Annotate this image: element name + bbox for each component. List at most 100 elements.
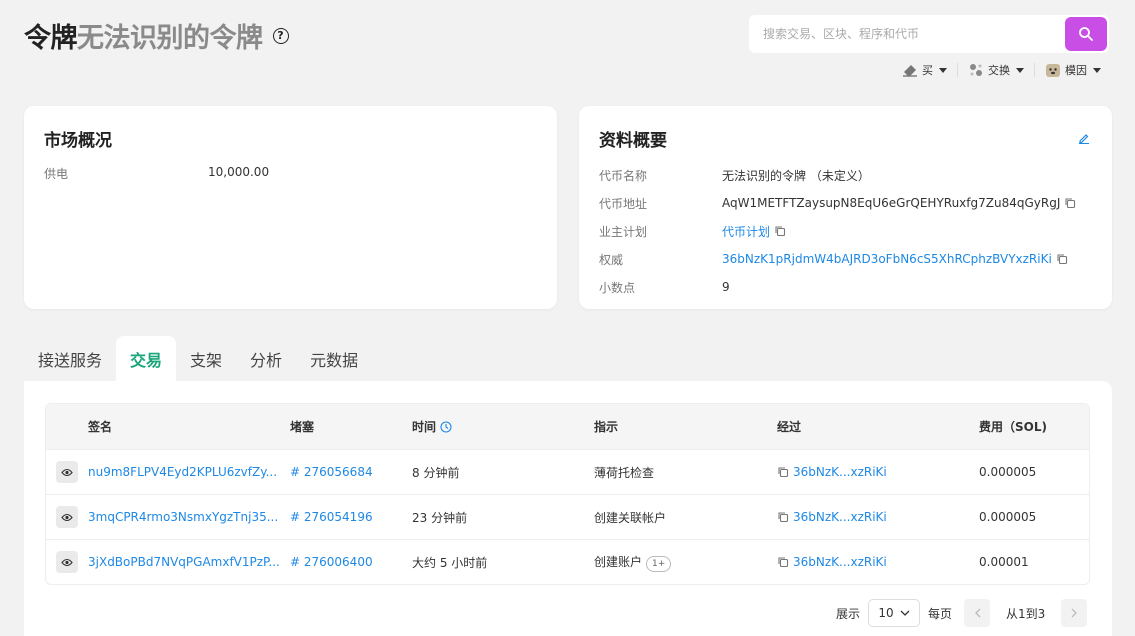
fee-cell: 0.00001 — [979, 555, 1029, 569]
profile-row-key: 业主计划 — [599, 224, 648, 239]
time-cell: 23 分钟前 — [412, 510, 468, 525]
transactions-panel: 签名 堵塞 时间 指示 经过 费用（SOL) nu9m8FLPV4Eyd2KPL… — [24, 381, 1112, 636]
signature-link[interactable]: nu9m8FLPV4Eyd2KPLU6zvfZy... — [88, 465, 277, 479]
copy-icon[interactable] — [774, 225, 786, 237]
copy-icon[interactable] — [777, 556, 789, 568]
search-input[interactable] — [749, 27, 1065, 41]
pager-range: 从1到3 — [1006, 606, 1046, 621]
search-bar — [749, 15, 1109, 53]
signature-link[interactable]: 3jXdBoPBd7NVqPGAmxfV1PzP... — [88, 555, 280, 569]
by-link[interactable]: 36bNzK...xzRiKi — [793, 465, 887, 479]
chevron-down-icon — [939, 67, 947, 73]
owner-program-link[interactable]: 代币计划 — [722, 223, 770, 240]
profile-row-owner-program: 业主计划 代币计划 — [599, 217, 1092, 245]
search-button[interactable] — [1065, 17, 1107, 51]
chevron-left-icon — [974, 608, 980, 618]
by-link[interactable]: 36bNzK...xzRiKi — [793, 555, 887, 569]
exchange-dropdown[interactable]: 交换 — [968, 62, 1024, 78]
page-size-value: 10 — [878, 606, 894, 620]
block-link[interactable]: # 276054196 — [290, 510, 373, 524]
instruction-cell: 创建关联帐户 — [594, 510, 667, 525]
toolbar: 买 交换 模因 — [902, 62, 1101, 78]
exchange-label: 交换 — [988, 64, 1010, 77]
tab-holders[interactable]: 支架 — [176, 336, 236, 381]
table-header: 签名 堵塞 时间 指示 经过 费用（SOL) — [46, 404, 1089, 449]
copy-icon[interactable] — [1064, 197, 1076, 209]
network-dropdown[interactable]: 模因 — [1045, 62, 1101, 78]
eye-icon[interactable] — [56, 461, 78, 483]
edit-icon[interactable] — [1078, 132, 1090, 144]
header-fee: 费用（SOL) — [979, 420, 1047, 434]
help-icon[interactable]: ? — [272, 27, 289, 44]
pagination: 展示 10 每页 从1到3 — [836, 599, 1088, 627]
table-row: 3jXdBoPBd7NVqPGAmxfV1PzP... # 276006400 … — [46, 539, 1089, 584]
authority-link[interactable]: 36bNzK1pRjdmW4bAJRD3oFbN6cS5XhRCphzBVYxz… — [722, 252, 1052, 266]
market-overview-card: 市场概况 供电 10,000.00 — [24, 106, 557, 309]
meme-dog-icon — [1046, 64, 1060, 77]
copy-icon[interactable] — [777, 466, 789, 478]
instruction-cell: 薄荷托检查 — [594, 465, 655, 480]
time-cell: 大约 5 小时前 — [412, 555, 488, 570]
profile-row-key: 代币地址 — [599, 196, 648, 211]
pager-show-label: 展示 — [836, 606, 861, 621]
chevron-down-icon — [1016, 67, 1024, 73]
tab-analytics[interactable]: 分析 — [236, 336, 296, 381]
header-signature: 签名 — [88, 420, 113, 434]
buy-icon — [903, 65, 917, 77]
chevron-right-icon — [1071, 608, 1077, 618]
market-row-value: 10,000.00 — [208, 165, 270, 179]
block-link[interactable]: # 276006400 — [290, 555, 373, 569]
header-block: 堵塞 — [290, 420, 315, 434]
signature-link[interactable]: 3mqCPR4rmo3NsmxYgzTnj35... — [88, 510, 278, 524]
tab-transfers[interactable]: 接送服务 — [24, 336, 116, 381]
search-icon — [1079, 27, 1093, 41]
profile-row-value: 无法识别的令牌 （未定义） — [722, 168, 870, 183]
eye-icon[interactable] — [56, 506, 78, 528]
fee-cell: 0.000005 — [979, 465, 1037, 479]
copy-icon[interactable] — [1056, 253, 1068, 265]
next-page-button[interactable] — [1061, 599, 1088, 627]
page-title-main: 令牌 — [24, 23, 78, 54]
profile-row-token-name: 代币名称 无法识别的令牌 （未定义） — [599, 161, 1092, 189]
prev-page-button[interactable] — [964, 599, 991, 627]
profile-row-key: 权威 — [599, 252, 624, 267]
exchange-icon — [970, 64, 982, 76]
table-row: nu9m8FLPV4Eyd2KPLU6zvfZy... # 276056684 … — [46, 449, 1089, 494]
tab-bar: 接送服务 交易 支架 分析 元数据 — [24, 336, 372, 381]
header-time: 时间 — [412, 420, 437, 434]
profile-row-key: 小数点 — [599, 280, 636, 295]
profile-row-value: 9 — [722, 280, 730, 294]
page-size-select[interactable]: 10 — [868, 599, 921, 627]
profile-row-decimals: 小数点 9 — [599, 273, 1092, 301]
copy-icon[interactable] — [777, 511, 789, 523]
chevron-down-icon — [1093, 67, 1101, 73]
profile-row-authority: 权威 36bNzK1pRjdmW4bAJRD3oFbN6cS5XhRCphzBV… — [599, 245, 1092, 273]
profile-summary-title: 资料概要 — [599, 131, 667, 151]
market-row-key: 供电 — [44, 167, 69, 181]
toolbar-divider — [957, 63, 958, 77]
fee-cell: 0.000005 — [979, 510, 1037, 524]
instruction-count-badge[interactable]: 1+ — [646, 555, 672, 572]
network-label: 模因 — [1065, 64, 1087, 77]
buy-dropdown[interactable]: 买 — [902, 62, 947, 78]
tab-transactions[interactable]: 交易 — [116, 336, 177, 381]
market-row-supply: 供电 10,000.00 — [44, 165, 537, 182]
eye-icon[interactable] — [56, 551, 78, 573]
token-address-value: AqW1METFTZaysupN8EqU6eGrQEHYRuxfg7Zu84qG… — [722, 196, 1061, 210]
page-title-sub: 无法识别的令牌 — [77, 23, 263, 54]
by-link[interactable]: 36bNzK...xzRiKi — [793, 510, 887, 524]
time-cell: 8 分钟前 — [412, 465, 460, 480]
toolbar-divider — [1034, 63, 1035, 77]
buy-label: 买 — [922, 64, 933, 77]
profile-row-key: 代币名称 — [599, 168, 648, 183]
instruction-cell: 创建账户 — [594, 554, 643, 569]
profile-summary-card: 资料概要 代币名称 无法识别的令牌 （未定义） 代币地址 AqW1METFTZa… — [579, 106, 1112, 309]
clock-icon[interactable] — [440, 420, 452, 433]
chevron-down-icon — [900, 610, 910, 616]
table-row: 3mqCPR4rmo3NsmxYgzTnj35... # 276054196 2… — [46, 494, 1089, 539]
transactions-table: 签名 堵塞 时间 指示 经过 费用（SOL) nu9m8FLPV4Eyd2KPL… — [45, 403, 1090, 585]
header-instruction: 指示 — [594, 420, 619, 434]
block-link[interactable]: # 276056684 — [290, 465, 373, 479]
header-by: 经过 — [777, 420, 802, 434]
tab-metadata[interactable]: 元数据 — [296, 336, 372, 381]
